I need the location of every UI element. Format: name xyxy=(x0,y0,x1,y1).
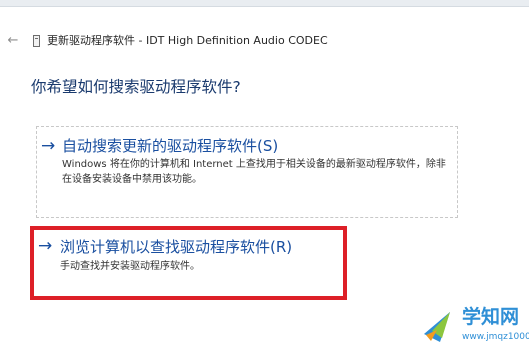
watermark-text: 学知网 xyxy=(462,306,520,328)
search-question-heading: 你希望如何搜索驱动程序软件? xyxy=(31,78,241,96)
auto-search-option[interactable]: → 自动搜索更新的驱动程序软件(S) Windows 将在你的计算机和 Inte… xyxy=(36,126,458,218)
auto-search-description: Windows 将在你的计算机和 Internet 上查找用于相关设备的最新驱动… xyxy=(62,159,446,185)
window-title: 更新驱动程序软件 - IDT High Definition Audio COD… xyxy=(47,34,328,47)
back-arrow-icon[interactable]: ← xyxy=(5,33,21,49)
browse-computer-description: 手动查找并安装驱动程序软件。 xyxy=(60,261,200,272)
title-bar: ← 更新驱动程序软件 - IDT High Definition Audio C… xyxy=(0,30,529,54)
watermark-url: www.jmqz1000.com xyxy=(462,332,529,342)
browse-computer-option[interactable]: → 浏览计算机以查找驱动程序软件(R) 手动查找并安装驱动程序软件。 xyxy=(32,228,460,300)
top-strip xyxy=(0,0,529,7)
device-icon xyxy=(33,35,40,47)
watermark-logo-icon xyxy=(424,312,450,342)
right-arrow-icon: → xyxy=(41,136,56,156)
watermark: 学知网 www.jmqz1000.com xyxy=(420,302,529,348)
auto-search-title: 自动搜索更新的驱动程序软件(S) xyxy=(62,137,279,155)
right-arrow-icon: → xyxy=(38,236,53,256)
browse-computer-title: 浏览计算机以查找驱动程序软件(R) xyxy=(60,238,293,256)
